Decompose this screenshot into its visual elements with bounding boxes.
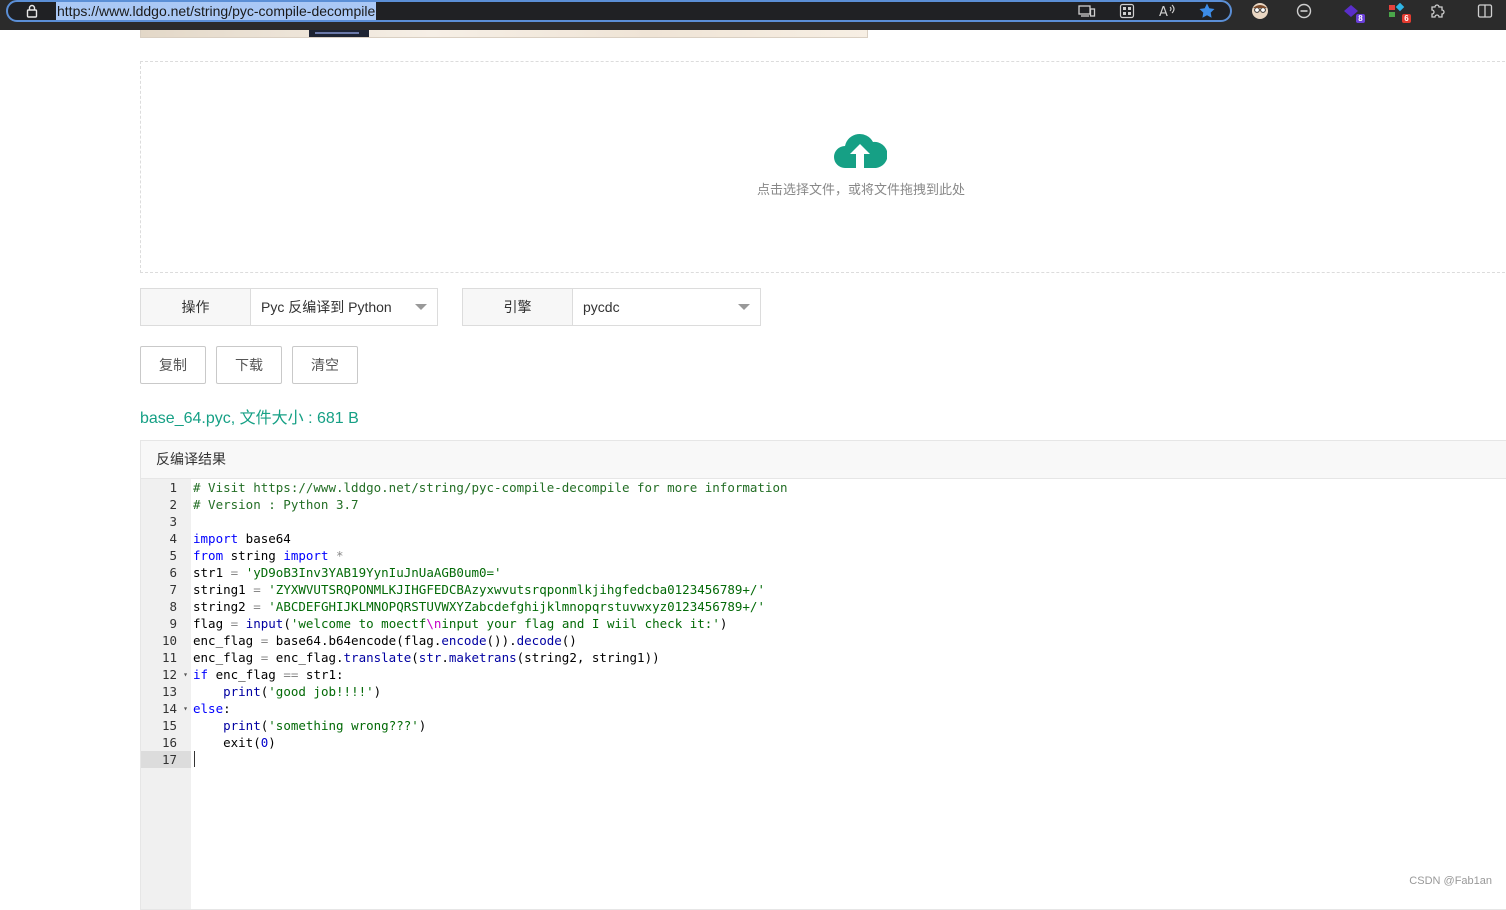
line-number: 16 [161, 735, 177, 750]
url-text[interactable]: https://www.lddgo.net/string/pyc-compile… [56, 2, 377, 20]
result-panel: 反编译结果 1 2 3 4 5 6 7 8 9 10 11 12 ▾ 13 14 ▾… [140, 440, 1506, 910]
engine-label: 引擎 [463, 289, 573, 325]
copy-button[interactable]: 复制 [140, 346, 206, 384]
file-info: base_64.pyc, 文件大小 : 681 B [140, 410, 359, 427]
line-number: 11 [161, 650, 177, 665]
line-number: 6 [169, 565, 177, 580]
extensions-puzzle-icon[interactable] [1426, 2, 1448, 20]
line-number: 14 ▾ [161, 700, 188, 717]
svg-text:A: A [1159, 5, 1168, 19]
line-number: 12 ▾ [161, 666, 188, 683]
blocker-icon[interactable] [1293, 2, 1315, 20]
operation-select-group: 操作 Pyc 反编译到 Python [140, 288, 438, 326]
split-screen-icon[interactable] [1474, 2, 1496, 20]
extension-purple-badge: 8 [1356, 14, 1365, 23]
favorite-star-icon[interactable] [1196, 2, 1218, 20]
extension-colorful-badge: 6 [1402, 14, 1411, 23]
fold-toggle-icon[interactable]: ▾ [183, 666, 188, 683]
engine-select-group: 引擎 pycdc [462, 288, 761, 326]
code-line: # Visit https://www.lddgo.net/string/pyc… [193, 480, 788, 495]
clear-button[interactable]: 清空 [292, 346, 358, 384]
line-number-active: 17 [141, 751, 191, 768]
code-line: flag = input('welcome to moectf\ninput y… [193, 616, 728, 631]
line-number: 4 [169, 531, 177, 546]
code-line: print('something wrong???') [223, 718, 427, 733]
code-line: str1 = 'yD9oB3Inv3YAB19YynIuJnUaAGB0um0=… [193, 565, 502, 580]
download-button[interactable]: 下载 [216, 346, 282, 384]
line-number: 13 [161, 684, 177, 699]
code-area[interactable]: # Visit https://www.lddgo.net/string/pyc… [193, 479, 1506, 909]
code-line: string1 = 'ZYXWVUTSRQPONMLKJIHGFEDCBAzyx… [193, 582, 765, 597]
code-line: else: [193, 701, 231, 716]
chevron-down-icon [738, 304, 750, 310]
code-line: exit(0) [223, 735, 276, 750]
engine-value: pycdc [583, 299, 620, 315]
profile-avatar-icon[interactable] [1249, 2, 1271, 20]
line-number: 10 [161, 633, 177, 648]
line-number: 5 [169, 548, 177, 563]
line-number: 3 [169, 514, 177, 529]
code-line: import base64 [193, 531, 291, 546]
fold-toggle-icon[interactable]: ▾ [183, 700, 188, 717]
devices-icon[interactable] [1076, 2, 1098, 20]
operation-value: Pyc 反编译到 Python [261, 299, 392, 315]
chevron-down-icon [415, 304, 427, 310]
file-drop-zone[interactable]: 点击选择文件，或将文件拖拽到此处 [140, 61, 1506, 273]
lock-icon[interactable] [24, 3, 40, 24]
line-number-gutter: 1 2 3 4 5 6 7 8 9 10 11 12 ▾ 13 14 ▾ 15 16… [141, 479, 191, 909]
code-line: print('good job!!!!') [223, 684, 382, 699]
engine-select[interactable]: pycdc [573, 289, 760, 325]
watermark: CSDN @Fab1an [1409, 875, 1492, 887]
code-line: if enc_flag == str1: [193, 667, 344, 682]
extension-purple-icon[interactable]: 8 [1340, 2, 1365, 23]
banner-image [140, 30, 868, 38]
operation-select[interactable]: Pyc 反编译到 Python [251, 289, 437, 325]
code-editor[interactable]: 1 2 3 4 5 6 7 8 9 10 11 12 ▾ 13 14 ▾ 15 16… [141, 479, 1506, 909]
line-number: 15 [161, 718, 177, 733]
code-line: # Version : Python 3.7 [193, 497, 359, 512]
code-line: enc_flag = base64.b64encode(flag.encode(… [193, 633, 577, 648]
code-line: from string import * [193, 548, 344, 563]
read-aloud-icon[interactable]: A [1156, 2, 1178, 20]
apps-grid-icon[interactable] [1116, 2, 1138, 20]
line-number: 9 [169, 616, 177, 631]
code-line: string2 = 'ABCDEFGHIJKLMNOPQRSTUVWXYZabc… [193, 599, 765, 614]
upload-hint: 点击选择文件，或将文件拖拽到此处 [756, 182, 965, 197]
line-number: 7 [169, 582, 177, 597]
code-line: enc_flag = enc_flag.translate(str.maketr… [193, 650, 660, 665]
line-number: 1 [169, 480, 177, 495]
operation-label: 操作 [141, 289, 251, 325]
line-number: 2 [169, 497, 177, 512]
result-title: 反编译结果 [141, 441, 1506, 479]
extension-colorful-icon[interactable]: 6 [1386, 2, 1411, 23]
text-cursor [194, 751, 195, 767]
cloud-upload-icon [833, 132, 888, 175]
browser-toolbar: https://www.lddgo.net/string/pyc-compile… [0, 0, 1506, 30]
line-number: 8 [169, 599, 177, 614]
